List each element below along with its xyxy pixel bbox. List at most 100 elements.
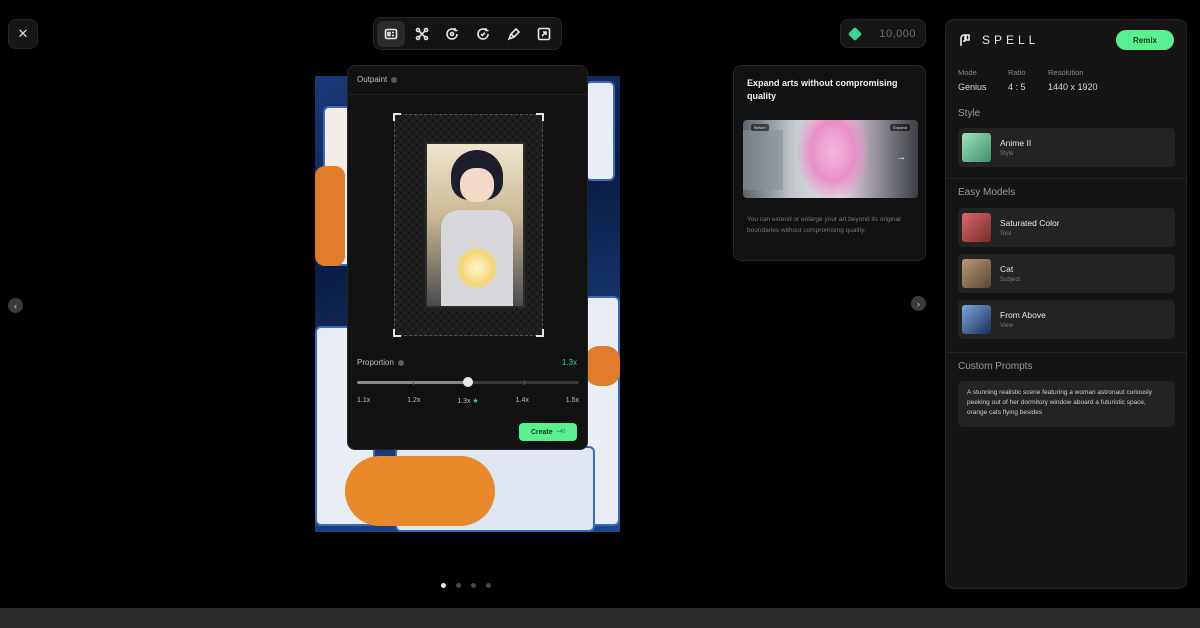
- model-thumbnail: [962, 305, 991, 334]
- custom-prompts-section-title: Custom Prompts: [958, 361, 1033, 372]
- feature-info-card: Expand arts without compromising quality…: [733, 65, 926, 261]
- previous-arrow-button[interactable]: ‹: [8, 298, 23, 313]
- proportion-value: 1.3x: [561, 358, 577, 367]
- info-icon[interactable]: [391, 76, 398, 83]
- create-cost: +40: [556, 429, 566, 435]
- carousel-dot[interactable]: [471, 583, 476, 588]
- outpaint-tool-button[interactable]: [377, 20, 405, 47]
- brand-name: SPELL: [982, 33, 1040, 47]
- info-icon[interactable]: [397, 359, 404, 366]
- artwork-orange-cat-shape-right: [585, 346, 620, 386]
- meta-ratio: Ratio 4 : 5: [1008, 68, 1026, 92]
- close-button[interactable]: ✕: [8, 19, 38, 49]
- style-item[interactable]: Anime II Style: [958, 128, 1175, 167]
- resize-handle-bottom-left[interactable]: [393, 329, 401, 337]
- outpaint-icon: [384, 28, 398, 39]
- carousel-dot[interactable]: [486, 583, 491, 588]
- style-thumbnail: [962, 133, 991, 162]
- proportion-label: Proportion: [357, 358, 394, 367]
- meta-key: Mode: [958, 68, 977, 77]
- magic-refresh-icon: [477, 27, 489, 40]
- info-card-description: You can extend or enlarge your art beyon…: [747, 216, 901, 234]
- easy-models-section-title: Easy Models: [958, 187, 1016, 198]
- before-tag: Before: [751, 124, 769, 131]
- custom-prompt-text[interactable]: A stunning realistic scene featuring a w…: [958, 381, 1175, 427]
- artwork-orange-cat-shape-left: [315, 166, 345, 266]
- proportion-tick-label[interactable]: 1.5x: [566, 397, 579, 405]
- editor-toolbar: [373, 17, 562, 50]
- move-nodes-tool-button[interactable]: [408, 21, 436, 47]
- style-sub: Style: [1000, 151, 1014, 157]
- outpaint-panel: Outpaint Proportion 1.3x 1.1x 1.2x 1.3x ★ 1…: [347, 65, 588, 450]
- artwork-orange-cat-shape: [345, 456, 495, 526]
- resize-handle-bottom-right[interactable]: [536, 329, 544, 337]
- details-side-panel: SPELL Remix Mode Genius Ratio 4 : 5 Reso…: [945, 19, 1187, 589]
- next-arrow-button[interactable]: ›: [911, 296, 926, 311]
- style-name: Anime II: [1000, 138, 1032, 148]
- model-item[interactable]: Saturated Color Tool: [958, 208, 1175, 247]
- credits-balance[interactable]: 10,000: [840, 19, 926, 48]
- brush-tool-button[interactable]: [500, 21, 528, 47]
- model-thumbnail: [962, 259, 991, 288]
- source-image: [425, 142, 525, 308]
- arrow-right-icon: →: [896, 152, 906, 163]
- meta-mode: Mode Genius: [958, 68, 987, 92]
- meta-resolution: Resolution 1440 x 1920: [1048, 68, 1098, 92]
- slider-tick: [412, 380, 414, 385]
- resize-handle-top-right[interactable]: [536, 113, 544, 121]
- expand-tag: Expand: [890, 124, 910, 131]
- proportion-tick-label[interactable]: 1.4x: [516, 397, 529, 405]
- meta-value: 4 : 5: [1008, 82, 1026, 92]
- magic-refresh-tool-button[interactable]: [469, 21, 497, 47]
- model-item[interactable]: From Above View: [958, 300, 1175, 339]
- bottom-bar: [0, 608, 1200, 628]
- astronaut-face-shape: [460, 168, 494, 202]
- proportion-slider[interactable]: [357, 377, 579, 387]
- resize-handle-top-left[interactable]: [393, 113, 401, 121]
- divider: [946, 352, 1186, 353]
- proportion-tick-labels: 1.1x 1.2x 1.3x ★ 1.4x 1.5x: [357, 397, 579, 405]
- divider: [348, 94, 587, 95]
- model-sub: View: [1000, 323, 1013, 329]
- gem-icon: [847, 26, 863, 41]
- train-window-shape: [743, 130, 783, 190]
- carousel-dots: [441, 583, 491, 588]
- info-card-title: Expand arts without compromising quality: [747, 78, 898, 101]
- remix-button[interactable]: Remix: [1116, 30, 1174, 50]
- meta-key: Resolution: [1048, 68, 1084, 77]
- model-sub: Tool: [1000, 231, 1012, 237]
- refresh-image-tool-button[interactable]: [438, 21, 466, 47]
- proportion-tick-label[interactable]: 1.3x ★: [457, 397, 478, 405]
- close-icon: ✕: [17, 26, 29, 41]
- model-item[interactable]: Cat Subject: [958, 254, 1175, 293]
- move-nodes-icon: [415, 27, 428, 40]
- chevron-right-icon: ›: [917, 298, 920, 309]
- artwork-station-module-shape: [585, 81, 615, 181]
- crop-expand-icon: [537, 27, 551, 40]
- slider-knob[interactable]: [463, 377, 473, 387]
- crop-expand-tool-button[interactable]: [530, 21, 558, 47]
- meta-value: Genius: [958, 82, 987, 92]
- create-button[interactable]: Create +40: [519, 423, 577, 441]
- meta-value: 1440 x 1920: [1048, 82, 1098, 92]
- anime-girl-shape: [798, 120, 868, 198]
- carousel-dot[interactable]: [441, 583, 446, 588]
- slider-tick: [523, 380, 525, 385]
- star-icon: ★: [470, 398, 479, 405]
- glowing-orb-shape: [457, 248, 497, 288]
- divider: [946, 178, 1186, 179]
- before-after-image: Before Expand →: [743, 120, 918, 198]
- proportion-tick-label[interactable]: 1.2x: [407, 397, 420, 405]
- model-name: From Above: [1000, 310, 1046, 320]
- proportion-header: Proportion: [357, 358, 404, 367]
- outpaint-frame[interactable]: [393, 113, 544, 337]
- proportion-tick-label[interactable]: 1.1x: [357, 397, 370, 405]
- outpaint-title: Outpaint: [357, 75, 388, 84]
- credits-amount: 10,000: [879, 27, 916, 40]
- meta-key: Ratio: [1008, 68, 1026, 77]
- brush-icon: [507, 27, 520, 40]
- carousel-dot[interactable]: [456, 583, 461, 588]
- create-label: Create: [530, 428, 553, 436]
- refresh-image-icon: [446, 27, 458, 40]
- style-section-title: Style: [958, 108, 981, 119]
